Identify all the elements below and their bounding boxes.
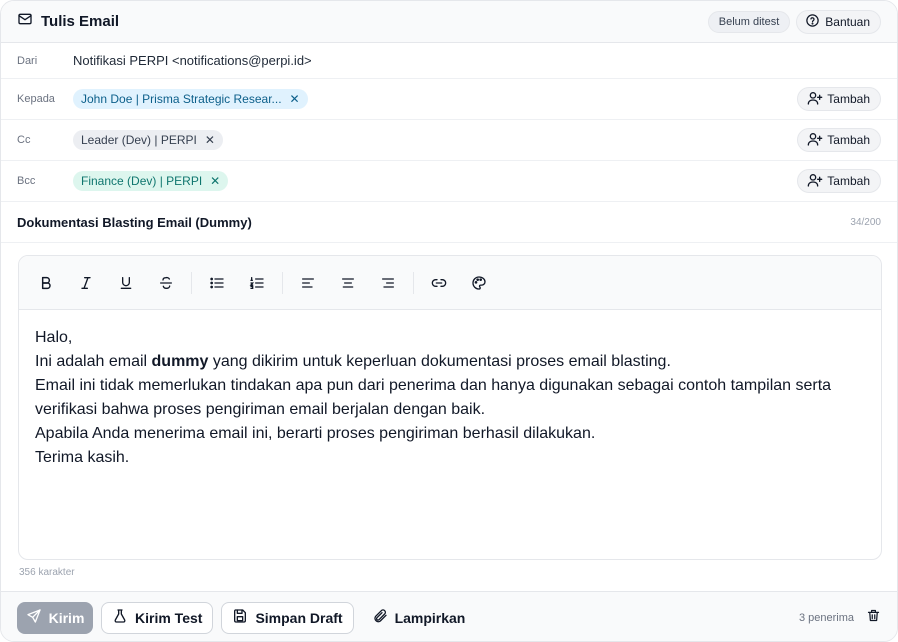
send-icon xyxy=(26,608,42,627)
page-title: Tulis Email xyxy=(41,13,120,30)
toolbar-divider xyxy=(413,271,414,294)
title-wrap: Tulis Email xyxy=(17,11,119,32)
underline-icon xyxy=(120,276,132,289)
body-line: Terima kasih. xyxy=(35,449,130,466)
align-center-button[interactable] xyxy=(335,270,361,296)
remove-bcc-icon[interactable]: ✕ xyxy=(210,175,220,187)
add-to-label: Tambah xyxy=(827,92,870,106)
from-row: Dari Notifikasi PERPI <notifications@per… xyxy=(1,43,897,79)
user-plus-icon xyxy=(807,90,823,109)
bold-icon xyxy=(41,276,51,289)
compose-footer: Kirim Kirim Test Simpan Draft Lampirkan … xyxy=(1,591,897,641)
cc-label: Cc xyxy=(17,134,31,146)
bcc-recipient-name: Finance (Dev) | PERPI xyxy=(81,174,203,188)
add-to-button[interactable]: Tambah xyxy=(797,87,881,111)
help-label: Bantuan xyxy=(825,14,870,29)
rich-text-editor: Halo, Ini adalah email dummy yang dikiri… xyxy=(18,255,882,560)
test-status-badge: Belum ditest xyxy=(707,10,791,33)
align-right-icon xyxy=(382,277,394,288)
cc-recipient-chip[interactable]: Leader (Dev) | PERPI ✕ xyxy=(73,130,223,150)
numbered-list-icon xyxy=(249,276,264,289)
italic-button[interactable] xyxy=(73,270,99,296)
strikethrough-icon xyxy=(160,276,172,289)
body-line: Ini adalah email dummy yang dikirim untu… xyxy=(35,353,671,370)
bcc-label: Bcc xyxy=(17,175,36,187)
align-right-button[interactable] xyxy=(375,270,401,296)
cc-row: Cc Leader (Dev) | PERPI ✕ Tambah xyxy=(1,120,897,161)
toolbar-divider xyxy=(282,271,283,294)
send-button[interactable]: Kirim xyxy=(17,601,93,634)
footer-right: 3 penerima xyxy=(799,608,881,628)
send-test-button[interactable]: Kirim Test xyxy=(101,601,214,634)
help-button[interactable]: Bantuan xyxy=(796,9,881,34)
align-center-icon xyxy=(342,277,354,288)
save-draft-button[interactable]: Simpan Draft xyxy=(221,601,354,634)
attach-label: Lampirkan xyxy=(394,609,466,626)
mail-icon xyxy=(17,11,33,32)
remove-cc-icon[interactable]: ✕ xyxy=(205,134,215,146)
send-label: Kirim xyxy=(48,609,85,626)
add-bcc-label: Tambah xyxy=(827,174,870,188)
add-bcc-button[interactable]: Tambah xyxy=(797,169,881,193)
user-plus-icon xyxy=(807,131,823,150)
save-icon xyxy=(232,608,248,627)
link-icon xyxy=(431,278,447,287)
bullet-list-button[interactable] xyxy=(204,270,230,296)
compose-header: Tulis Email Belum ditest Bantuan xyxy=(1,1,897,43)
italic-icon xyxy=(81,276,91,289)
header-actions: Belum ditest Bantuan xyxy=(707,9,881,34)
strikethrough-button[interactable] xyxy=(153,270,179,296)
add-cc-button[interactable]: Tambah xyxy=(797,128,881,152)
subject-input[interactable]: Dokumentasi Blasting Email (Dummy) xyxy=(17,215,252,230)
link-button[interactable] xyxy=(426,270,452,296)
body-line: Email ini tidak memerlukan tindakan apa … xyxy=(35,377,832,418)
toolbar-divider xyxy=(191,271,192,294)
numbered-list-button[interactable] xyxy=(244,270,270,296)
email-body-editor[interactable]: Halo, Ini adalah email dummy yang dikiri… xyxy=(19,310,881,470)
bcc-row: Bcc Finance (Dev) | PERPI ✕ Tambah xyxy=(1,161,897,202)
add-cc-label: Tambah xyxy=(827,133,870,147)
subject-row[interactable]: Dokumentasi Blasting Email (Dummy) 34/20… xyxy=(1,202,897,243)
attach-button[interactable]: Lampirkan xyxy=(362,602,476,634)
bullet-list-icon xyxy=(210,277,224,288)
send-test-label: Kirim Test xyxy=(135,609,203,626)
from-label: Dari xyxy=(17,54,38,67)
to-label: Kepada xyxy=(17,93,55,105)
paperclip-icon xyxy=(372,608,388,627)
subject-counter: 34/200 xyxy=(850,216,881,228)
palette-icon xyxy=(472,275,486,290)
help-circle-icon xyxy=(805,13,820,31)
remove-recipient-icon[interactable]: ✕ xyxy=(290,93,300,105)
from-value: Notifikasi PERPI <notifications@perpi.id… xyxy=(73,53,312,68)
flask-icon xyxy=(112,608,128,627)
cc-recipient-name: Leader (Dev) | PERPI xyxy=(81,133,197,147)
trash-icon[interactable] xyxy=(866,608,881,628)
bcc-recipient-chip[interactable]: Finance (Dev) | PERPI ✕ xyxy=(73,171,229,191)
bold-button[interactable] xyxy=(33,270,59,296)
bold-text: dummy xyxy=(151,353,209,370)
align-left-button[interactable] xyxy=(295,270,321,296)
character-count: 356 karakter xyxy=(19,567,75,578)
user-plus-icon xyxy=(807,172,823,191)
save-draft-label: Simpan Draft xyxy=(255,609,343,626)
to-row: Kepada John Doe | Prisma Strategic Resea… xyxy=(1,79,897,120)
align-left-icon xyxy=(302,277,314,288)
body-line: Apabila Anda menerima email ini, berarti… xyxy=(35,425,596,442)
recipient-count: 3 penerima xyxy=(798,611,854,624)
to-recipient-chip[interactable]: John Doe | Prisma Strategic Resear... ✕ xyxy=(73,89,308,109)
body-line: Halo, xyxy=(35,329,73,346)
text-color-button[interactable] xyxy=(466,270,492,296)
to-recipient-name: John Doe | Prisma Strategic Resear... xyxy=(81,92,282,106)
editor-toolbar xyxy=(19,256,881,310)
compose-email-card: Tulis Email Belum ditest Bantuan Dari No… xyxy=(0,0,898,642)
underline-button[interactable] xyxy=(113,270,139,296)
